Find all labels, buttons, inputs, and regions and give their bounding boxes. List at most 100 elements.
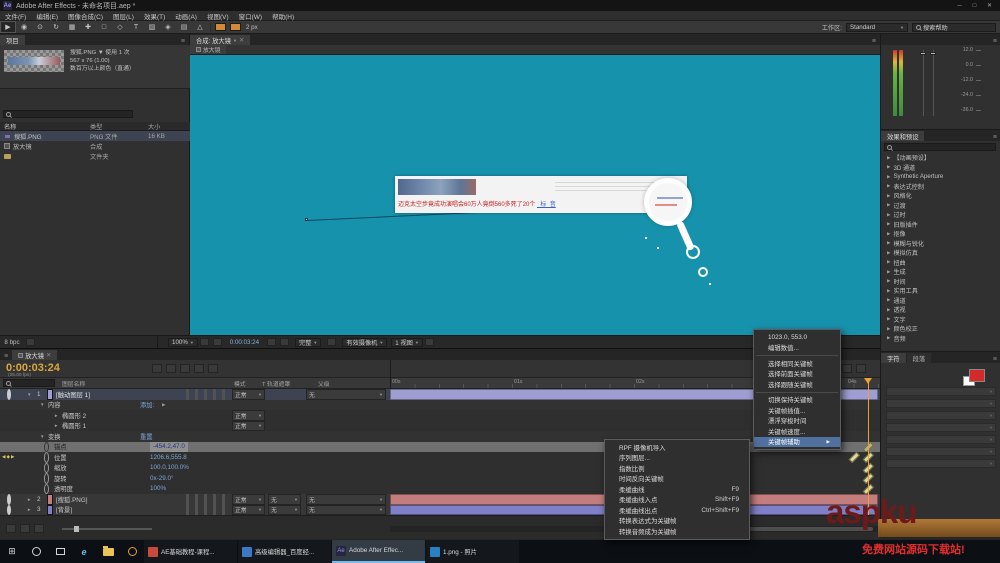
- path-control-circle[interactable]: [686, 245, 700, 259]
- audio-slider-right[interactable]: [933, 50, 934, 116]
- stroke-width-value[interactable]: 2 px: [246, 24, 258, 31]
- effects-category[interactable]: ▶模糊与锐化: [881, 239, 1000, 249]
- minimize-icon[interactable]: ─: [952, 1, 967, 11]
- menu-item-rove-across-time[interactable]: 漂浮穿梭时间: [754, 416, 840, 427]
- menu-item-keyframe-value[interactable]: 1023.0, 553.0: [754, 332, 840, 343]
- eraser-tool-icon[interactable]: ▤: [176, 21, 192, 33]
- property-value[interactable]: 100%: [150, 484, 166, 495]
- effects-category[interactable]: ▶实用工具: [881, 286, 1000, 296]
- parent-select[interactable]: 无▼: [306, 505, 386, 516]
- path-vertex-dot[interactable]: [645, 237, 647, 239]
- property-value[interactable]: 100.0,100.0%: [150, 463, 189, 474]
- auto-keyframe-icon[interactable]: [856, 364, 866, 373]
- tab-timeline-magnifier[interactable]: 放大镜 ✕: [12, 350, 57, 360]
- file-explorer-icon[interactable]: [96, 540, 120, 563]
- group-name[interactable]: 变换: [48, 431, 61, 442]
- comp-mini-flowchart-icon[interactable]: [152, 364, 162, 373]
- effects-category[interactable]: ▶3D 通道: [881, 163, 1000, 173]
- effects-category[interactable]: ▶Synthetic Aperture: [881, 172, 1000, 182]
- motion-blur-icon[interactable]: [208, 364, 218, 373]
- menu-effect[interactable]: 效果(T): [139, 11, 170, 21]
- rotate-tool-icon[interactable]: ↻: [48, 21, 64, 33]
- menu-window[interactable]: 窗口(W): [234, 11, 267, 21]
- tab-effects-presets[interactable]: 效果和预设: [881, 131, 924, 141]
- brush-tool-icon[interactable]: ▨: [144, 21, 160, 33]
- browser-icon[interactable]: [120, 540, 144, 563]
- layer-switches[interactable]: [186, 389, 228, 400]
- blend-mode-select[interactable]: 正常▼: [232, 421, 265, 432]
- eye-icon[interactable]: [7, 494, 11, 505]
- reset-link[interactable]: 重置: [140, 431, 153, 442]
- menu-item-keyframe-assistant[interactable]: 关键帧辅助▶: [754, 437, 840, 448]
- parent-select[interactable]: 无▼: [306, 494, 386, 505]
- taskbar-app-ae-tutorial[interactable]: AE基础教程-课程...: [144, 540, 237, 563]
- eye-icon[interactable]: [7, 389, 11, 400]
- layer-name[interactable]: [搜狐.PNG]: [56, 494, 88, 505]
- menu-item-sequence-layers[interactable]: 序列图层...: [605, 453, 749, 464]
- camera-tool-icon[interactable]: ▦: [64, 21, 80, 33]
- effects-category[interactable]: ▶过时: [881, 210, 1000, 220]
- ellipse-2-row[interactable]: ► 椭圆形 2 正常▼: [0, 410, 880, 421]
- stopwatch-icon[interactable]: [44, 463, 49, 474]
- task-view-icon[interactable]: [48, 540, 72, 563]
- tracking-field[interactable]: ▼: [886, 435, 996, 444]
- effects-search-input[interactable]: [884, 143, 996, 151]
- clone-tool-icon[interactable]: ◈: [160, 21, 176, 33]
- contents-group-row[interactable]: ▼ 内容 添加: ▶: [0, 400, 880, 411]
- effects-category[interactable]: ▶音频: [881, 334, 1000, 344]
- trkmat-select[interactable]: 无▼: [268, 505, 301, 516]
- taskbar-app-editor-page[interactable]: 高级编辑器_百度经...: [238, 540, 331, 563]
- blend-mode-select[interactable]: 正常▼: [232, 494, 265, 505]
- shape-name[interactable]: 椭圆形 2: [62, 410, 86, 421]
- effects-category[interactable]: ▶生成: [881, 267, 1000, 277]
- magnifier-glass-shape[interactable]: [644, 178, 692, 226]
- bit-depth-indicator[interactable]: 8 bpc: [0, 339, 24, 346]
- group-name[interactable]: 内容: [48, 400, 61, 411]
- shape-tool-icon[interactable]: □: [96, 21, 112, 33]
- eye-icon[interactable]: [7, 505, 11, 516]
- taskbar-app-photos[interactable]: 1.png - 照片: [426, 540, 519, 563]
- grid-icon[interactable]: [213, 338, 222, 346]
- stopwatch-icon[interactable]: [44, 442, 49, 453]
- stroke-color-swatch[interactable]: [230, 23, 241, 31]
- menu-item-convert-audio-to-keyframes[interactable]: 转换音频成为关键帧: [605, 526, 749, 537]
- path-control-circle[interactable]: [698, 267, 708, 277]
- project-search-input[interactable]: [3, 110, 133, 118]
- effects-category[interactable]: ▶颜色校正: [881, 324, 1000, 334]
- fill-color-swatch[interactable]: [969, 369, 985, 382]
- parent-select[interactable]: 无▼: [306, 389, 386, 400]
- cortana-search-icon[interactable]: [24, 540, 48, 563]
- panel-menu-icon[interactable]: ≡: [868, 38, 880, 45]
- stopwatch-icon[interactable]: [44, 452, 49, 463]
- layer-name[interactable]: [背景]: [56, 505, 72, 516]
- audio-slider-knob[interactable]: [920, 52, 926, 55]
- menu-item-keyframe-interpolation[interactable]: 关键帧插值...: [754, 405, 840, 416]
- property-value[interactable]: 1206.6,555.8: [150, 452, 187, 463]
- menu-item-keyframe-velocity[interactable]: 关键帧速度...: [754, 426, 840, 437]
- blend-mode-select[interactable]: 正常▼: [232, 389, 265, 400]
- menu-layer[interactable]: 图层(L): [108, 11, 139, 21]
- composition-canvas[interactable]: 迈克太空步竟成功演唱会60万人竟倒560多死了20个 _标_音: [190, 55, 880, 335]
- close-tab-icon[interactable]: ✕: [239, 37, 244, 44]
- effects-category[interactable]: ▶扭曲: [881, 258, 1000, 268]
- font-family-select[interactable]: ▼: [886, 387, 996, 396]
- zoom-tool-icon[interactable]: ⊙: [32, 21, 48, 33]
- menu-item-convert-expression-to-keyframes[interactable]: 转换表达式为关键帧: [605, 516, 749, 527]
- menu-item-select-equal-keyframes[interactable]: 选择相同关键帧: [754, 358, 840, 369]
- taskbar-app-after-effects[interactable]: Ae Adobe After Effec...: [332, 540, 425, 563]
- panel-menu-icon[interactable]: ≡: [989, 38, 1000, 45]
- hide-shy-layers-icon[interactable]: [180, 364, 190, 373]
- stroke-width-field[interactable]: ▼: [886, 447, 996, 456]
- camera-select[interactable]: 有效摄像机▼: [342, 338, 387, 347]
- pan-behind-tool-icon[interactable]: ✚: [80, 21, 96, 33]
- zoomed-screenshot-layer[interactable]: 迈克太空步竟成功演唱会60万人竟倒560多死了20个 _标_音: [395, 176, 687, 213]
- viewer-timecode[interactable]: 0:00:03:24: [230, 339, 259, 346]
- menu-view[interactable]: 视图(V): [202, 11, 234, 21]
- menu-item-time-reverse-keyframes[interactable]: 时间反向关键帧: [605, 474, 749, 485]
- effects-category[interactable]: ▶通道: [881, 296, 1000, 306]
- trkmat-select[interactable]: 无▼: [268, 494, 301, 505]
- frame-blend-icon[interactable]: [194, 364, 204, 373]
- edge-browser-icon[interactable]: e: [72, 540, 96, 563]
- motion-path-start-node[interactable]: [305, 218, 308, 221]
- layer-switches[interactable]: [186, 494, 228, 505]
